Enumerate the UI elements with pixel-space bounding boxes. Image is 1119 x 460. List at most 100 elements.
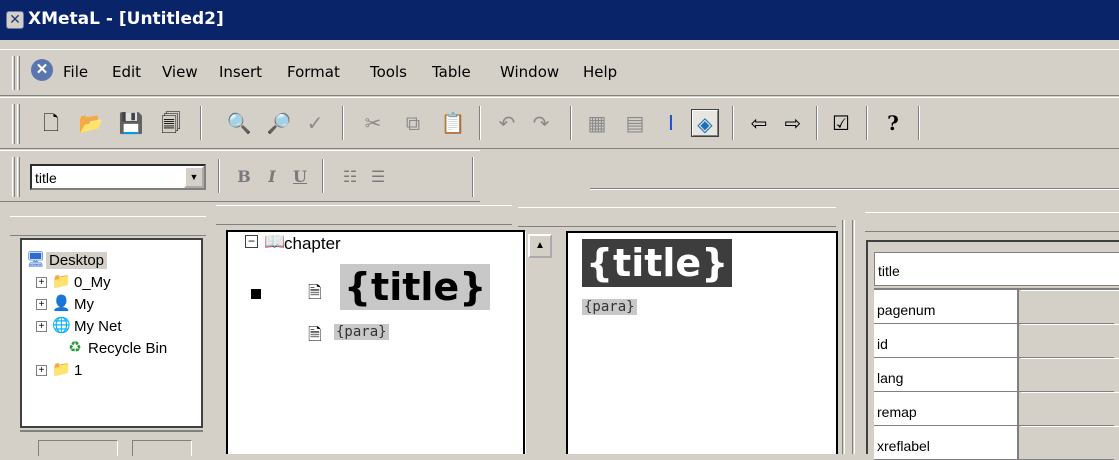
document-icon: 🗎 [308,325,322,344]
document-menu-icon[interactable]: ✕ [31,59,53,81]
attribute-value[interactable] [1021,290,1119,323]
open-folder-icon[interactable]: 📂 [78,110,104,136]
tree-item-label: My Net [74,318,122,335]
paste-icon[interactable]: 📋 [440,110,466,136]
menu-bar-grip[interactable] [12,56,15,90]
expand-icon[interactable]: + [36,365,47,376]
validate-icon[interactable]: ☑ [828,110,854,136]
attribute-value[interactable] [1021,324,1119,357]
bulleted-list-icon[interactable]: ☰ [366,165,390,189]
attribute-name: id [874,324,1019,357]
menu-tools[interactable]: Tools [370,63,407,81]
menu-bar: ✕ File Edit View Insert Format Tools Tab… [0,49,1119,96]
attribute-row[interactable]: remap [874,392,1119,426]
attribute-row[interactable]: xreflabel [874,426,1119,460]
format-toolbar-grip[interactable] [12,157,15,197]
structure-para-node[interactable]: {para} [334,324,389,340]
format-toolbar: title ▼ B I U ☷ ☰ [0,150,480,202]
recycle-bin-icon: ♻ [68,339,82,356]
tree-item-1[interactable]: + 📁 1 [22,360,182,382]
attribute-name: pagenum [874,290,1019,323]
attribute-row[interactable]: lang [874,358,1119,392]
attribute-name: lang [874,358,1019,391]
tree-item-label: Recycle Bin [88,340,168,357]
structure-scrollbar[interactable]: ▲ [525,232,557,454]
bold-icon[interactable]: B [232,165,256,189]
attribute-row[interactable]: id [874,324,1119,358]
copy-icon[interactable]: ⧉ [400,110,426,136]
expand-icon[interactable]: + [36,299,47,310]
structure-header [216,205,512,225]
toolbar-separator [570,106,572,140]
structure-title-node[interactable]: {title} [340,264,491,310]
tags-view-pane: {title} {para} [566,231,838,454]
forward-arrow-icon[interactable]: ⇨ [780,110,806,136]
menu-view[interactable]: View [162,63,198,81]
toolbar-separator [322,159,324,193]
tree-item-label: 1 [74,362,83,379]
attribute-name: xreflabel [874,426,1019,459]
new-document-icon[interactable]: 🗋 [38,110,64,136]
tree-item-my-net[interactable]: + 🌐 My Net [22,316,182,338]
menu-insert[interactable]: Insert [219,63,262,81]
expand-icon[interactable]: + [36,277,47,288]
numbered-list-icon[interactable]: ☷ [338,165,362,189]
menu-file[interactable]: File [63,63,88,81]
underline-icon[interactable]: U [288,165,312,189]
save-all-icon[interactable]: 🗐 [158,110,184,136]
menu-format[interactable]: Format [287,63,340,81]
tree-item-my[interactable]: + 👤 My [22,294,182,316]
insert-table-icon[interactable]: ▤ [622,110,648,136]
attribute-value[interactable] [1021,358,1119,391]
network-icon: 🌐 [52,317,71,334]
help-icon[interactable]: ? [880,110,906,136]
attribute-element-field[interactable]: title [874,252,1119,286]
tree-item-desktop[interactable]: 🖥 Desktop [22,250,142,272]
toolbar-grip[interactable] [12,104,15,144]
menu-edit[interactable]: Edit [112,63,141,81]
menu-window[interactable]: Window [500,63,559,81]
menu-table[interactable]: Table [432,63,471,81]
toolbar-separator [479,106,481,140]
collapse-icon[interactable]: − [245,235,258,248]
attributes-header [865,212,1119,232]
scroll-up-arrow-icon[interactable]: ▲ [528,234,552,258]
undo-icon[interactable]: ↶ [494,110,520,136]
book-icon: 📖 [264,232,286,251]
attribute-value[interactable] [1021,392,1119,425]
structure-pane: − 📖 chapter 🗎 {title} 🗎 {para} [226,230,525,454]
folder-icon: 📁 [52,273,71,290]
menu-help[interactable]: Help [583,63,617,81]
toolbar-separator [866,106,868,140]
tags-on-view-icon[interactable]: ◈ [691,109,719,137]
toolbar-separator [200,106,202,140]
tree-item-0-my[interactable]: + 📁 0_My [22,272,182,294]
tree-item-recycle-bin[interactable]: ♻ Recycle Bin [22,338,192,360]
pane-splitter[interactable] [852,220,855,454]
element-style-select[interactable]: title ▼ [30,164,206,190]
redo-icon[interactable]: ↷ [528,110,554,136]
spellcheck-icon[interactable]: ✓ [302,110,328,136]
find-icon[interactable]: 🔍 [226,110,252,136]
explorer-header [10,216,206,236]
chevron-down-icon[interactable]: ▼ [184,166,204,188]
toolbar-separator [816,106,818,140]
find-replace-icon[interactable]: 🔎 [266,110,292,136]
back-arrow-icon[interactable]: ⇦ [746,110,772,136]
tags-view-title[interactable]: {title} [582,239,733,287]
cut-icon[interactable]: ✂ [360,110,386,136]
window-title: XMetaL - [Untitled2] [28,9,224,29]
attribute-value[interactable] [1021,426,1119,459]
xmetal-logo-icon[interactable]: ✕ [6,11,24,29]
attribute-row[interactable]: pagenum [874,290,1119,324]
expand-icon[interactable]: + [36,321,47,332]
tags-view-para[interactable]: {para} [582,299,637,315]
insert-image-icon[interactable]: ▦ [584,110,610,136]
save-icon[interactable]: 💾 [118,110,144,136]
pane-splitter[interactable] [842,220,845,454]
structure-root-label[interactable]: chapter [284,234,341,254]
document-icon: 🗎 [308,283,322,302]
italic-icon[interactable]: I [260,165,284,189]
text-cursor-icon[interactable]: I [658,110,684,136]
toolbar-end [918,106,920,140]
